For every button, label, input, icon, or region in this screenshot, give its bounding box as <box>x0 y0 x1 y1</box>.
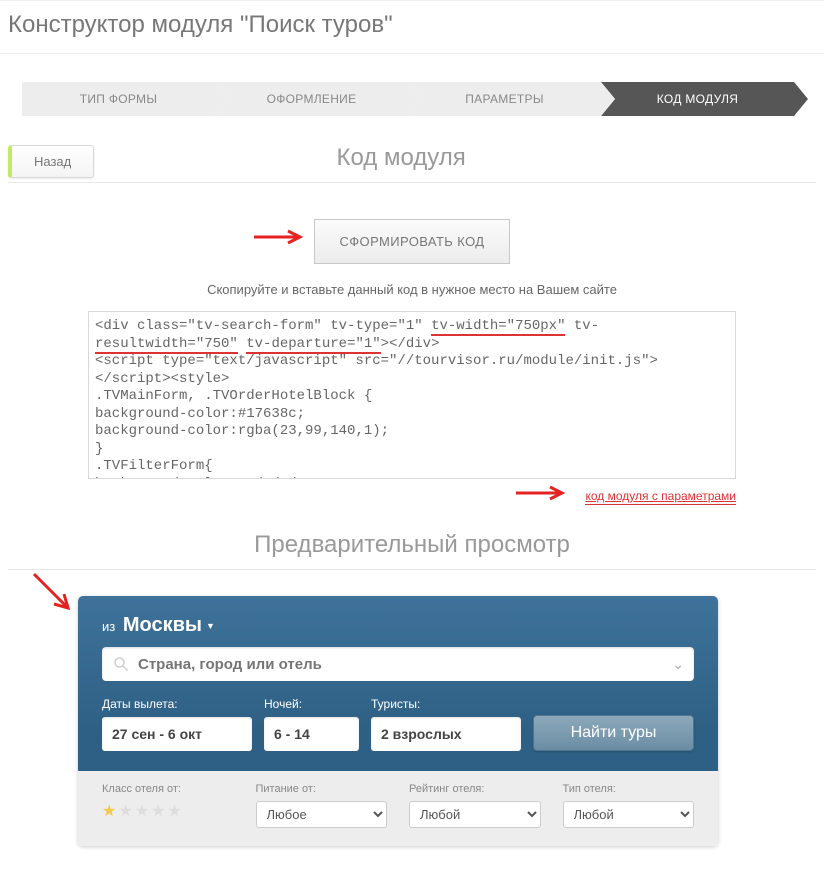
filters-row: Класс отеля от: ★★★★★ Питание от: Любое … <box>78 771 718 846</box>
departure-city[interactable]: из Москвы▼ <box>102 614 694 637</box>
hotel-class-label: Класс отеля от: <box>102 783 234 795</box>
nights-label: Ночей: <box>264 697 359 711</box>
step-design[interactable]: ОФОРМЛЕНИЕ <box>215 82 408 116</box>
step-module-code[interactable]: КОД МОДУЛЯ <box>601 82 794 116</box>
wizard-steps: ТИП ФОРМЫ ОФОРМЛЕНИЕ ПАРАМЕТРЫ КОД МОДУЛ… <box>8 82 794 116</box>
search-widget: из Москвы▼ ⌄ Даты вылета: 27 сен - 6 окт… <box>78 596 718 846</box>
star-icon: ★ <box>118 803 134 820</box>
chevron-down-icon: ▼ <box>206 621 215 631</box>
meal-label: Питание от: <box>256 783 388 795</box>
copy-instruction: Скопируйте и вставьте данный код в нужно… <box>0 282 824 297</box>
annotation-arrow-icon <box>252 229 304 245</box>
rating-label: Рейтинг отеля: <box>409 783 541 795</box>
step-params[interactable]: ПАРАМЕТРЫ <box>408 82 601 116</box>
dates-input[interactable]: 27 сен - 6 окт <box>102 717 252 751</box>
star-icon: ★ <box>102 803 118 820</box>
tourists-input[interactable]: 2 взрослых <box>371 717 521 751</box>
params-link[interactable]: код модуля с параметрами <box>585 489 736 505</box>
code-textarea[interactable]: <div class="tv-search-form" tv-type="1" … <box>88 311 736 479</box>
section-title-code: Код модуля <box>94 144 708 172</box>
meal-select[interactable]: Любое <box>256 801 388 828</box>
hotel-type-select[interactable]: Любой <box>563 801 695 828</box>
generate-code-button[interactable]: СФОРМИРОВАТЬ КОД <box>314 219 509 264</box>
hotel-class-stars[interactable]: ★★★★★ <box>102 801 234 821</box>
rating-select[interactable]: Любой <box>409 801 541 828</box>
star-icon: ★ <box>167 803 183 820</box>
annotation-arrow-icon <box>514 485 566 501</box>
back-button[interactable]: Назад <box>8 145 94 178</box>
star-icon: ★ <box>135 803 151 820</box>
tourists-label: Туристы: <box>371 697 521 711</box>
destination-input[interactable] <box>138 656 672 673</box>
page-title: Конструктор модуля "Поиск туров" <box>0 0 824 54</box>
step-form-type[interactable]: ТИП ФОРМЫ <box>22 82 215 116</box>
section-title-preview: Предварительный просмотр <box>0 531 824 559</box>
annotation-arrow-icon <box>30 570 74 614</box>
star-icon: ★ <box>151 803 167 820</box>
nights-input[interactable]: 6 - 14 <box>264 717 359 751</box>
destination-search[interactable]: ⌄ <box>102 647 694 681</box>
search-icon <box>112 655 130 673</box>
hotel-type-label: Тип отеля: <box>563 783 695 795</box>
chevron-down-icon: ⌄ <box>672 656 684 673</box>
find-tours-button[interactable]: Найти туры <box>533 715 694 751</box>
dates-label: Даты вылета: <box>102 697 252 711</box>
